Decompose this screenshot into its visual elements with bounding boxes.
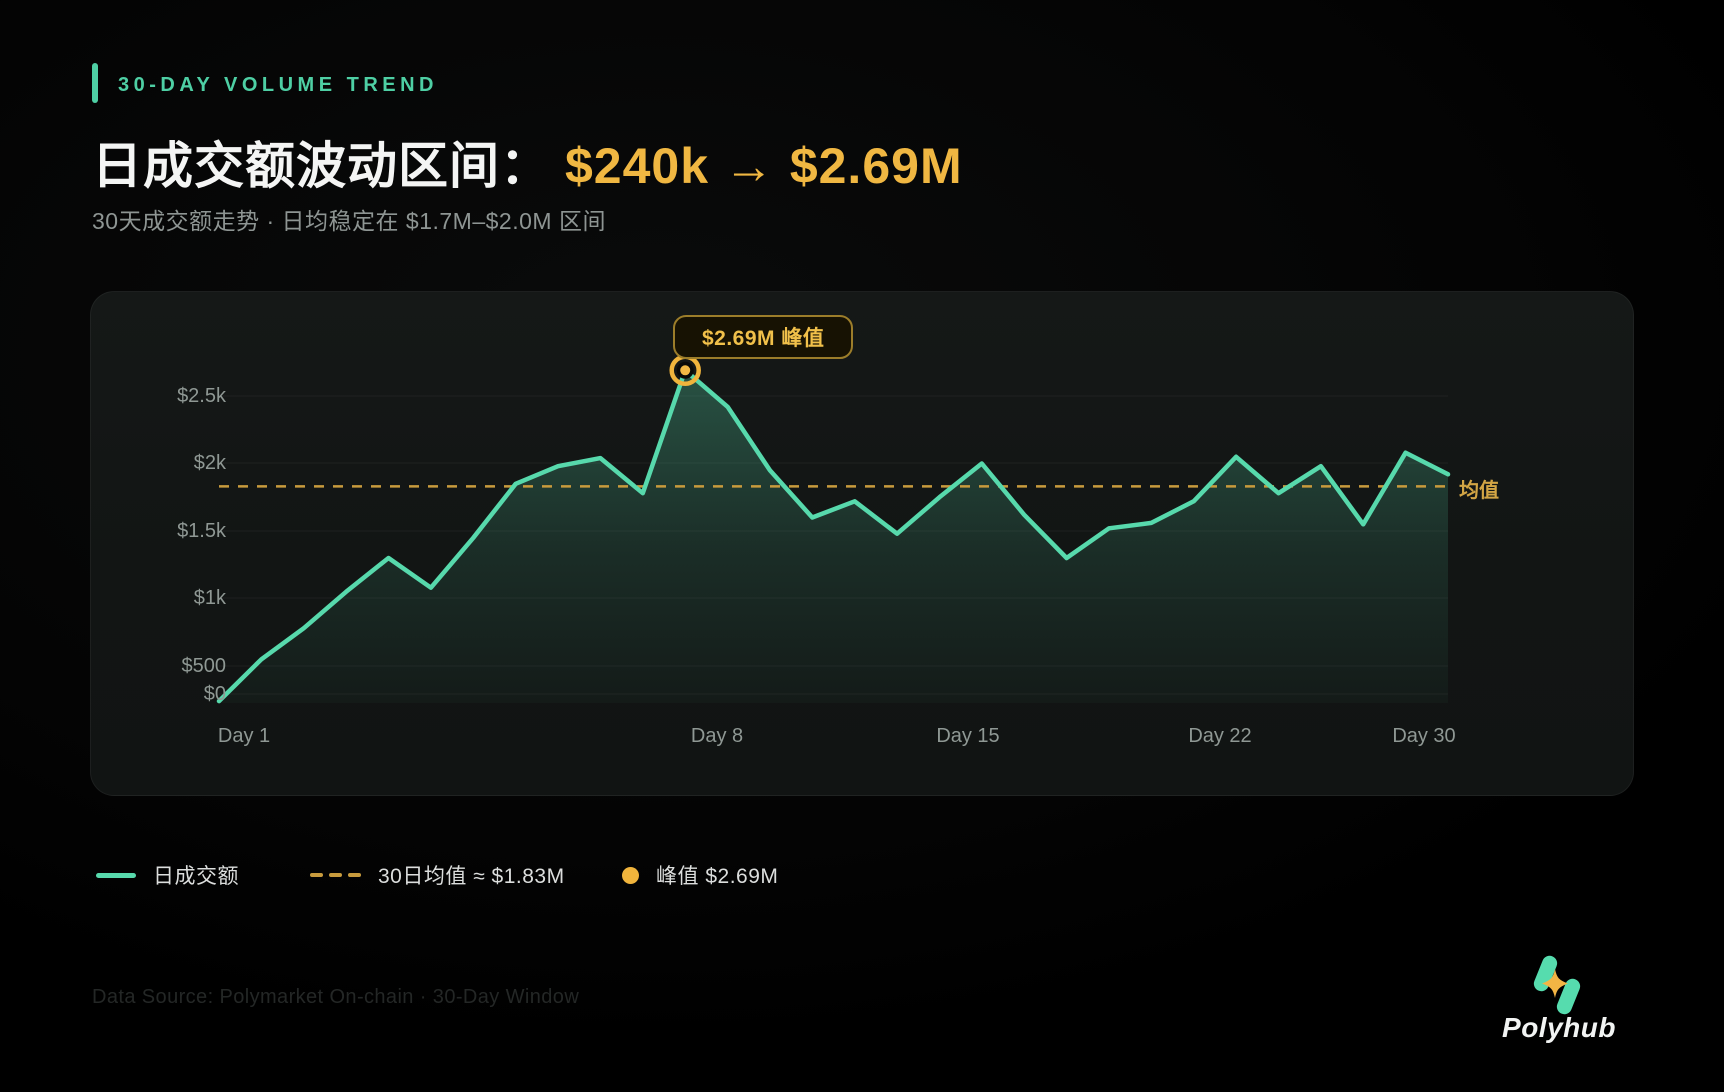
- legend-dot-swatch: [622, 867, 639, 884]
- section-eyebrow: 30-DAY VOLUME TREND: [118, 74, 438, 97]
- legend-dash-swatch: [310, 873, 361, 877]
- data-source-note: Data Source: Polymarket On-chain · 30-Da…: [92, 986, 579, 1009]
- average-line-label: 均值: [1459, 474, 1499, 503]
- legend-item-line: 日成交额: [96, 860, 239, 890]
- x-tick: Day 22: [1150, 724, 1290, 748]
- x-tick: Day 1: [174, 724, 314, 748]
- y-tick: $1k: [91, 586, 226, 610]
- area-fill: [219, 370, 1448, 703]
- x-tick: Day 8: [647, 724, 787, 748]
- polyhub-logo-text: Polyhub: [1474, 1012, 1644, 1044]
- legend-line-swatch: [96, 873, 136, 878]
- legend-item-dash: 30日均值 ≈ $1.83M: [310, 860, 565, 890]
- page-title-range: $240k → $2.69M: [551, 138, 963, 194]
- legend-label: 日成交额: [153, 860, 239, 890]
- peak-tooltip-label: $2.69M 峰值: [702, 322, 824, 352]
- y-tick: $500: [91, 654, 226, 678]
- x-tick: Day 15: [898, 724, 1038, 748]
- chart-card: $2.5k $2k $1.5k $1k $500 $0 Day 1 Day 8 Day 15 D…: [90, 291, 1634, 796]
- page-title-zh: 日成交额波动区间：: [92, 138, 551, 194]
- y-tick: $0: [91, 682, 226, 706]
- page-subtitle: 30天成交额走势 · 日均稳定在 $1.7M–$2.0M 区间: [92, 202, 606, 236]
- volume-area-chart: [91, 292, 1635, 797]
- peak-tooltip: $2.69M 峰值: [673, 315, 853, 359]
- x-tick: Day 30: [1354, 724, 1494, 748]
- legend-item-dot: 峰值 $2.69M: [622, 860, 778, 890]
- y-tick: $1.5k: [91, 519, 226, 543]
- page-title: 日成交额波动区间：$240k → $2.69M: [92, 126, 963, 198]
- accent-bar: [92, 63, 98, 103]
- polyhub-logo-icon: [1528, 954, 1586, 1016]
- legend-label: 30日均值 ≈ $1.83M: [378, 860, 565, 890]
- y-tick: $2.5k: [91, 384, 226, 408]
- legend-label: 峰值 $2.69M: [656, 860, 778, 890]
- y-tick: $2k: [91, 451, 226, 475]
